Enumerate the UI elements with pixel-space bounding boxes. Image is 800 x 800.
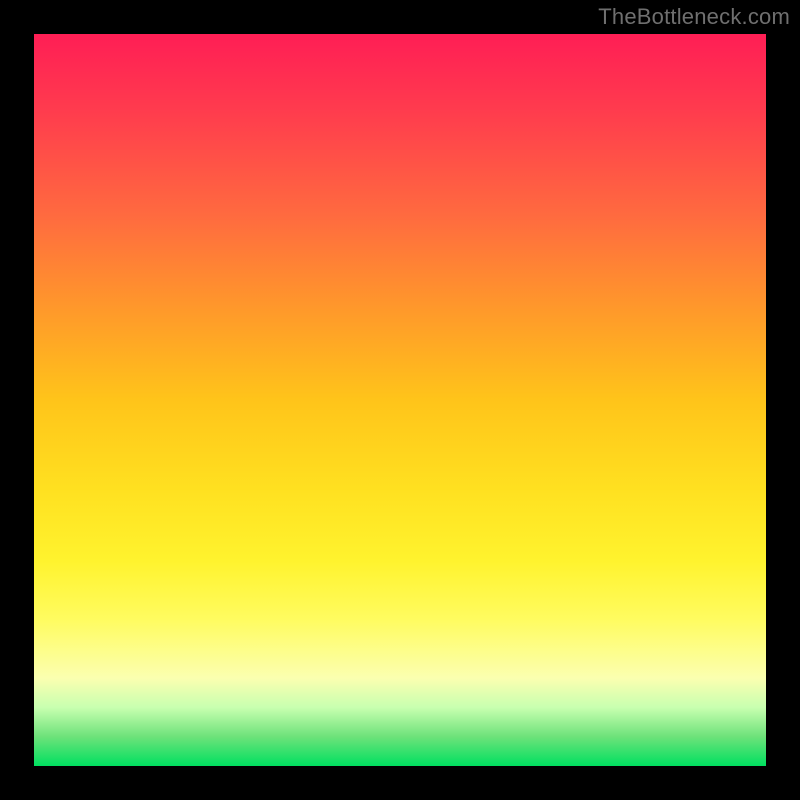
- gradient-background: [34, 34, 766, 766]
- watermark-text: TheBottleneck.com: [598, 4, 790, 30]
- chart-frame: TheBottleneck.com: [0, 0, 800, 800]
- plot-area: [34, 34, 766, 766]
